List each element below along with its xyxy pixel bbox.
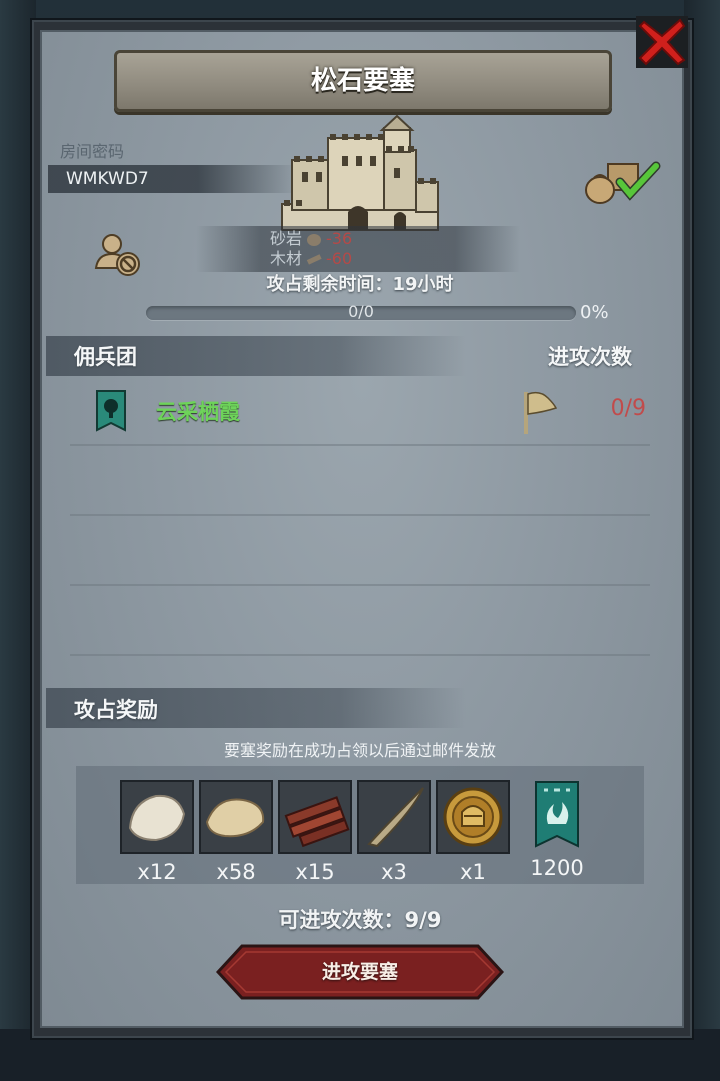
capture-time-remaining: 攻占剩余时间：19小时 bbox=[266, 274, 454, 295]
supplies-ready-icon bbox=[585, 161, 661, 204]
reward-item[interactable]: x1 bbox=[436, 780, 510, 884]
reward-frame bbox=[278, 780, 352, 854]
sandstone-icon bbox=[307, 234, 321, 246]
resource-name: 木材 bbox=[269, 249, 302, 268]
reward-frame bbox=[199, 780, 273, 854]
remaining-attacks: 可进攻次数：9/9 bbox=[278, 908, 442, 932]
row-divider bbox=[70, 584, 650, 586]
guild-name[interactable]: 云采栖霞 bbox=[156, 396, 240, 426]
rewards-note: 要塞奖励在成功占领以后通过邮件发放 bbox=[223, 741, 496, 760]
fortress-title: 松石要塞 bbox=[310, 66, 415, 96]
reward-item[interactable]: x15 bbox=[278, 780, 352, 884]
reward-qty: x58 bbox=[216, 860, 256, 884]
resource-value: -36 bbox=[326, 229, 353, 248]
reward-qty: x1 bbox=[460, 860, 486, 884]
resource-cost-bar bbox=[196, 226, 520, 272]
progress-percent: 0% bbox=[580, 302, 609, 323]
room-code-label: 房间密码 bbox=[60, 142, 125, 161]
reward-item[interactable]: x58 bbox=[199, 780, 273, 884]
reward-qty: x3 bbox=[381, 860, 407, 884]
reward-frame bbox=[357, 780, 431, 854]
title-banner: 松石要塞 bbox=[114, 50, 612, 112]
reward-frame bbox=[436, 780, 510, 854]
reward-item[interactable]: x3 bbox=[357, 780, 431, 884]
wood-planks-icon bbox=[280, 782, 350, 852]
mercenary-header: 佣兵团 bbox=[74, 345, 137, 369]
close-icon bbox=[636, 16, 688, 68]
castle-icon bbox=[281, 114, 439, 231]
row-divider bbox=[70, 444, 650, 446]
reward-qty: x15 bbox=[295, 860, 335, 884]
attack-fortress-label: 进攻要塞 bbox=[321, 961, 398, 983]
room-code: WMKWD7 bbox=[66, 169, 149, 189]
rewards-header: 攻占奖励 bbox=[74, 698, 158, 722]
flag-icon bbox=[524, 391, 558, 434]
wood-icon bbox=[306, 254, 322, 265]
guild-banner-icon bbox=[535, 781, 579, 848]
progress-count: 0/0 bbox=[348, 302, 374, 321]
reward-qty: 1200 bbox=[530, 856, 584, 880]
guild-badge-icon bbox=[96, 390, 126, 432]
attack-count-header: 进攻次数 bbox=[548, 345, 632, 369]
leather-hide-icon bbox=[201, 782, 271, 852]
reward-frame bbox=[522, 780, 592, 850]
horn-icon bbox=[359, 782, 429, 852]
reward-frame bbox=[120, 780, 194, 854]
close-button[interactable] bbox=[636, 16, 688, 68]
resource-value: -60 bbox=[326, 249, 353, 268]
attack-fortress-button[interactable]: 进攻要塞 bbox=[216, 944, 504, 1000]
white-fur-icon bbox=[122, 782, 192, 852]
knight-helmet-coin-icon bbox=[438, 782, 508, 852]
reward-item[interactable]: 1200 bbox=[522, 780, 596, 880]
reward-item[interactable]: x12 bbox=[120, 780, 194, 884]
row-divider bbox=[70, 654, 650, 656]
guild-attack-count: 0/9 bbox=[610, 396, 646, 421]
row-divider bbox=[70, 514, 650, 516]
reward-qty: x12 bbox=[137, 860, 177, 884]
resource-name: 砂岩 bbox=[269, 229, 302, 248]
